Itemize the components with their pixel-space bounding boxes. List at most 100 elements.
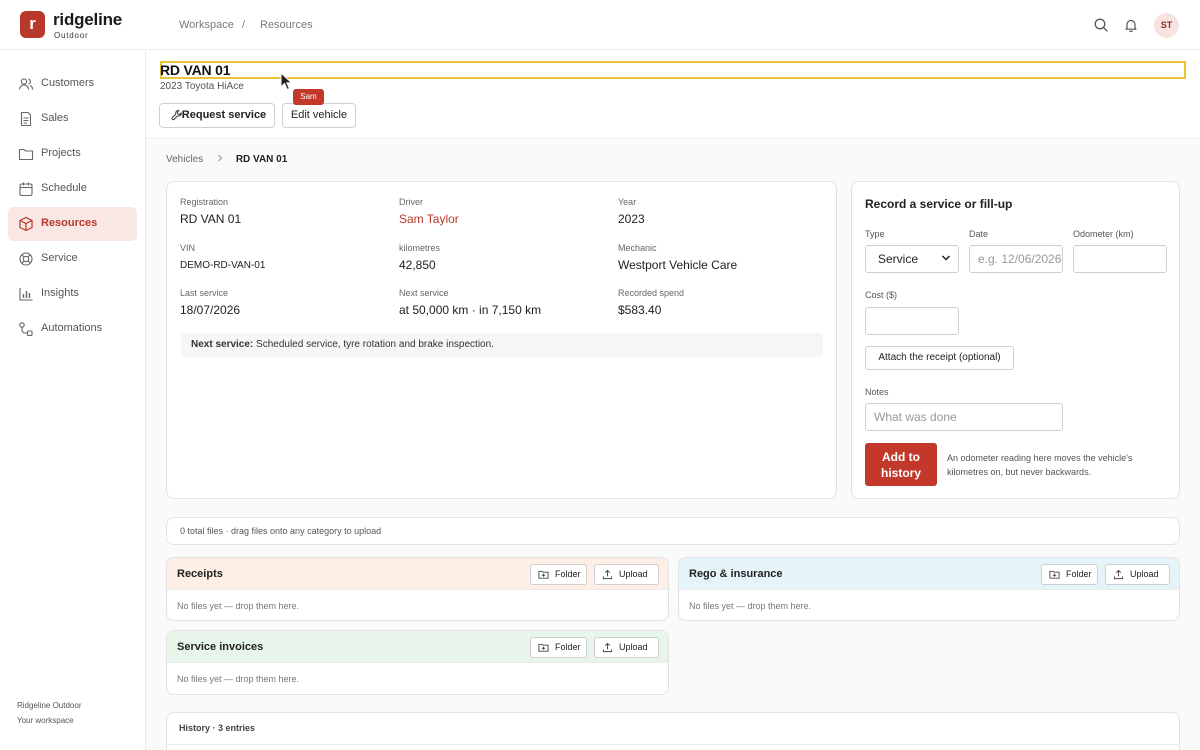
upload-button-label: Upload xyxy=(619,569,648,579)
upload-button[interactable]: Upload xyxy=(594,564,659,585)
sidebar-item-service[interactable]: Service xyxy=(8,242,137,276)
odometer-label: Odometer (km) xyxy=(1073,229,1134,239)
cost-label: Cost ($) xyxy=(865,290,898,300)
flow-icon xyxy=(19,322,33,337)
upload-icon xyxy=(602,642,613,653)
folder-button-label: Folder xyxy=(1066,569,1092,579)
edit-vehicle-button[interactable]: Edit vehicle xyxy=(282,103,356,128)
category-empty-text: No files yet — drop them here. xyxy=(177,601,300,611)
document-icon xyxy=(20,111,32,127)
sidebar-item-insights[interactable]: Insights xyxy=(8,277,137,311)
record-form-title: Record a service or fill-up xyxy=(865,197,1013,211)
attach-receipt-button[interactable]: Attach the receipt (optional) xyxy=(865,346,1014,370)
breadcrumb: Vehicles RD VAN 01 xyxy=(166,154,287,165)
next-service-label: Next service xyxy=(399,288,449,298)
folder-plus-icon xyxy=(538,570,549,579)
file-category-service-invoices[interactable]: Service invoices Folder Upload No files … xyxy=(166,630,669,695)
last-service-value: 18/07/2026 xyxy=(180,303,241,317)
page-subtitle: 2023 Toyota HiAce xyxy=(160,81,244,92)
type-select[interactable]: Service xyxy=(865,245,959,273)
brand-logo[interactable]: r xyxy=(20,11,45,38)
breadcrumb-workspace[interactable]: Workspace xyxy=(179,19,234,31)
folder-button-label: Folder xyxy=(555,642,581,652)
page-header: RD VAN 01 2023 Toyota HiAce Request serv… xyxy=(146,50,1200,139)
wrench-icon xyxy=(171,109,182,121)
sidebar-item-sales[interactable]: Sales xyxy=(8,102,137,136)
category-empty-text: No files yet — drop them here. xyxy=(689,601,812,611)
notes-input[interactable]: What was done xyxy=(865,403,1063,431)
category-header: Receipts Folder Upload xyxy=(167,558,668,590)
kilometres-label: kilometres xyxy=(399,243,441,253)
file-category-receipts[interactable]: Receipts Folder Upload No files yet — dr… xyxy=(166,557,669,621)
type-label: Type xyxy=(865,229,885,239)
next-service-note-label: Next service: xyxy=(191,339,254,350)
calendar-icon xyxy=(19,182,33,197)
folder-button[interactable]: Folder xyxy=(530,564,587,585)
upload-button[interactable]: Upload xyxy=(1105,564,1170,585)
odometer-input[interactable] xyxy=(1073,245,1167,273)
page-title[interactable]: RD VAN 01 xyxy=(160,62,230,78)
file-category-rego-insurance[interactable]: Rego & insurance Folder Upload No files … xyxy=(678,557,1180,621)
next-service-value: at 50,000 km · in 7,150 km xyxy=(399,303,542,317)
brand-subtitle: Outdoor xyxy=(54,31,89,40)
mechanic-label: Mechanic xyxy=(618,243,657,253)
top-bar: r ridgeline Outdoor Workspace / Resource… xyxy=(0,0,1200,50)
record-service-card: Record a service or fill-up Type Service… xyxy=(851,181,1180,499)
driver-link[interactable]: Sam Taylor xyxy=(399,212,459,226)
sidebar-item-customers[interactable]: Customers xyxy=(8,67,137,101)
folder-button[interactable]: Folder xyxy=(530,637,587,658)
last-service-label: Last service xyxy=(180,288,229,298)
sidebar-item-label: Resources xyxy=(41,217,98,229)
sidebar-item-label: Service xyxy=(41,252,78,264)
upload-icon xyxy=(1113,569,1124,580)
vehicle-details-card: Registration RD VAN 01 Driver Sam Taylor… xyxy=(166,181,837,499)
chevron-down-icon xyxy=(941,255,951,261)
upload-button-label: Upload xyxy=(1130,569,1159,579)
next-service-note-text: Scheduled service, tyre rotation and bra… xyxy=(253,339,494,350)
category-empty-text: No files yet — drop them here. xyxy=(177,674,300,684)
category-title: Rego & insurance xyxy=(689,568,783,580)
date-input[interactable]: e.g. 12/06/2026 xyxy=(969,245,1063,273)
search-icon[interactable] xyxy=(1093,17,1109,33)
cost-input[interactable] xyxy=(865,307,959,335)
sidebar: Customers Sales Projects Schedule Resour… xyxy=(0,50,146,750)
history-panel: History · 3 entries xyxy=(166,712,1180,750)
title-highlight-box xyxy=(160,61,1186,79)
user-avatar[interactable]: ST xyxy=(1154,13,1179,38)
workspace-name: Ridgeline Outdoor xyxy=(17,701,82,710)
category-header: Service invoices Folder Upload xyxy=(167,631,668,663)
lifebuoy-icon xyxy=(19,252,33,266)
folder-button-label: Folder xyxy=(555,569,581,579)
breadcrumb-resources[interactable]: Resources xyxy=(260,19,313,31)
workspace-subtitle: Your workspace xyxy=(17,716,74,725)
driver-label: Driver xyxy=(399,197,423,207)
sidebar-item-projects[interactable]: Projects xyxy=(8,137,137,171)
registration-value: RD VAN 01 xyxy=(180,212,242,226)
sidebar-item-label: Schedule xyxy=(41,182,87,194)
upload-button[interactable]: Upload xyxy=(594,637,659,658)
bell-icon[interactable] xyxy=(1123,17,1139,33)
add-to-history-button[interactable]: Add to history xyxy=(865,443,937,486)
recorded-spend-value: $583.40 xyxy=(618,303,662,317)
sidebar-item-automations[interactable]: Automations xyxy=(8,312,137,346)
folder-button[interactable]: Folder xyxy=(1041,564,1098,585)
recorded-spend-label: Recorded spend xyxy=(618,288,685,298)
sidebar-item-label: Automations xyxy=(41,322,103,334)
mouse-cursor-icon xyxy=(280,72,293,91)
files-dropzone-summary[interactable]: 0 total files · drag files onto any cate… xyxy=(166,517,1180,545)
date-label: Date xyxy=(969,229,989,239)
category-title: Receipts xyxy=(177,568,223,580)
breadcrumb-vehicles[interactable]: Vehicles xyxy=(166,154,203,165)
upload-button-label: Upload xyxy=(619,642,648,652)
collaborator-tooltip: Sam xyxy=(293,89,324,105)
year-value: 2023 xyxy=(618,212,645,226)
folder-icon xyxy=(18,148,34,161)
request-service-label: Request service xyxy=(181,109,267,121)
brand-name[interactable]: ridgeline xyxy=(53,10,122,30)
sidebar-item-schedule[interactable]: Schedule xyxy=(8,172,137,206)
year-label: Year xyxy=(618,197,637,207)
request-service-button[interactable]: Request service xyxy=(159,103,275,128)
registration-label: Registration xyxy=(180,197,229,207)
vin-label: VIN xyxy=(180,243,196,253)
sidebar-item-resources[interactable]: Resources xyxy=(8,207,137,241)
